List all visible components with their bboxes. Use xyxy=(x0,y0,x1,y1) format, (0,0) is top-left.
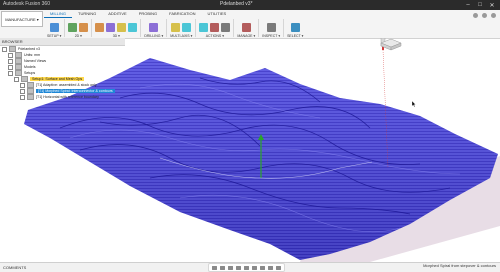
tree-item-label: Pdelanbed v3 xyxy=(18,47,40,51)
ribbon-group-actions: ACTIONS ▾ xyxy=(196,18,233,38)
viewports-icon[interactable] xyxy=(260,265,265,270)
notifications-icon[interactable] xyxy=(473,13,478,18)
inspect-icon[interactable] xyxy=(266,23,276,32)
minimize-icon[interactable]: – xyxy=(462,0,474,10)
browser-title: BROWSER xyxy=(2,39,23,44)
expand-icon[interactable] xyxy=(20,82,25,88)
expand-icon[interactable] xyxy=(20,94,25,100)
workspace-switcher[interactable]: MANUFACTURE ▾ xyxy=(1,11,43,27)
swarf-icon[interactable] xyxy=(182,23,192,32)
comments-label[interactable]: COMMENTS xyxy=(3,265,26,270)
tab-additive[interactable]: ADDITIVE xyxy=(102,11,132,17)
tab-probing[interactable]: PROBING xyxy=(133,11,163,17)
ribbon-group-multi-axis: MULTI-AXIS ▾ xyxy=(167,18,195,38)
ribbon-group-2d: 2D ▾ xyxy=(65,18,91,38)
tree-item-label: Setup1: Surface and Mesh Ops xyxy=(30,77,85,81)
tree-item-label: Setups xyxy=(24,71,36,75)
viewcube-icon[interactable] xyxy=(377,37,405,51)
app-title: Autodesk Fusion 360 xyxy=(3,1,50,7)
tool-library-icon[interactable] xyxy=(241,23,251,32)
orbit-icon[interactable] xyxy=(212,265,217,270)
ribbon-tabs: MILLING TURNING ADDITIVE PROBING FABRICATION… xyxy=(44,11,233,18)
tab-utilities[interactable]: UTILITIES xyxy=(202,11,233,17)
tab-fabrication[interactable]: FABRICATION xyxy=(163,11,201,17)
help-icon[interactable] xyxy=(482,13,487,18)
grid-icon[interactable] xyxy=(252,265,257,270)
snap-icon[interactable] xyxy=(276,265,281,270)
tree-item[interactable]: [T1] Horizontal with reference boundary xyxy=(20,94,99,100)
tree-item-label: Units: mm xyxy=(24,53,41,57)
drilling-icon[interactable] xyxy=(149,23,159,32)
window-controls: – □ ✕ xyxy=(462,0,498,10)
tree-item-label: [T1] Morphed Spiral: Interconnector & co… xyxy=(36,89,115,93)
ribbon-group-select: SELECT ▾ xyxy=(284,18,306,38)
status-text: Morphed Spiral from stepover & contours xyxy=(423,263,496,268)
tab-milling[interactable]: MILLING xyxy=(44,11,73,18)
setup-icon[interactable] xyxy=(49,23,59,32)
user-avatar[interactable] xyxy=(491,13,496,18)
document-tab[interactable]: Pdelanbed v3* xyxy=(220,1,253,7)
fit-icon[interactable] xyxy=(236,265,241,270)
tree-item-label: [T1] Horizontal with reference boundary xyxy=(36,95,99,99)
multi-axis-icon[interactable] xyxy=(171,23,181,32)
mouse-cursor-icon xyxy=(412,101,416,107)
post-icon[interactable] xyxy=(210,23,220,32)
close-icon[interactable]: ✕ xyxy=(486,0,498,10)
browser-panel: BROWSER Pdelanbed v3 Units: mm Named Views… xyxy=(0,38,125,100)
expand-icon[interactable] xyxy=(8,70,13,76)
simulate-icon[interactable] xyxy=(199,23,209,32)
expand-icon[interactable] xyxy=(20,88,25,94)
expand-icon[interactable] xyxy=(2,46,7,52)
select-icon[interactable] xyxy=(290,23,300,32)
expand-icon[interactable] xyxy=(14,76,19,82)
maximize-icon[interactable]: □ xyxy=(474,0,486,10)
tree-item-label: Models xyxy=(24,65,36,69)
expand-icon[interactable] xyxy=(8,52,13,58)
camera-icon[interactable] xyxy=(268,265,273,270)
3d-adaptive-icon[interactable] xyxy=(95,23,105,32)
title-bar: Autodesk Fusion 360 Pdelanbed v3* – □ ✕ xyxy=(0,0,500,10)
3d-pocket-icon[interactable] xyxy=(106,23,116,32)
setup-sheet-icon[interactable] xyxy=(221,23,231,32)
tree-item-label: [T1] Adaptive: assembled & stock only xyxy=(36,83,97,87)
3d-parallel-icon[interactable] xyxy=(128,23,138,32)
2d-adaptive-icon[interactable] xyxy=(68,23,78,32)
display-settings-icon[interactable] xyxy=(244,265,249,270)
ribbon-group-setup: SETUP ▾ xyxy=(44,18,64,38)
3d-steep-icon[interactable] xyxy=(117,23,127,32)
expand-icon[interactable] xyxy=(8,64,13,70)
ribbon-group-drilling: DRILLING ▾ xyxy=(141,18,166,38)
zoom-icon[interactable] xyxy=(228,265,233,270)
pan-icon[interactable] xyxy=(220,265,225,270)
2d-pocket-icon[interactable] xyxy=(79,23,89,32)
tree-item-label: Named Views xyxy=(24,59,47,63)
quick-actions xyxy=(473,13,496,18)
ribbon-group-inspect: INSPECT ▾ xyxy=(259,18,283,38)
ribbon-groups: SETUP ▾ 2D ▾ 3D ▾ DRILLING ▾ MULTI-AXIS ▾ ACT… xyxy=(44,18,306,38)
browser-header: BROWSER xyxy=(0,38,125,46)
node-icon xyxy=(27,94,34,100)
ribbon-group-3d: 3D ▾ xyxy=(92,18,140,38)
expand-icon[interactable] xyxy=(8,58,13,64)
ribbon-group-manage: MANAGE ▾ xyxy=(234,18,258,38)
tab-turning[interactable]: TURNING xyxy=(72,11,102,17)
